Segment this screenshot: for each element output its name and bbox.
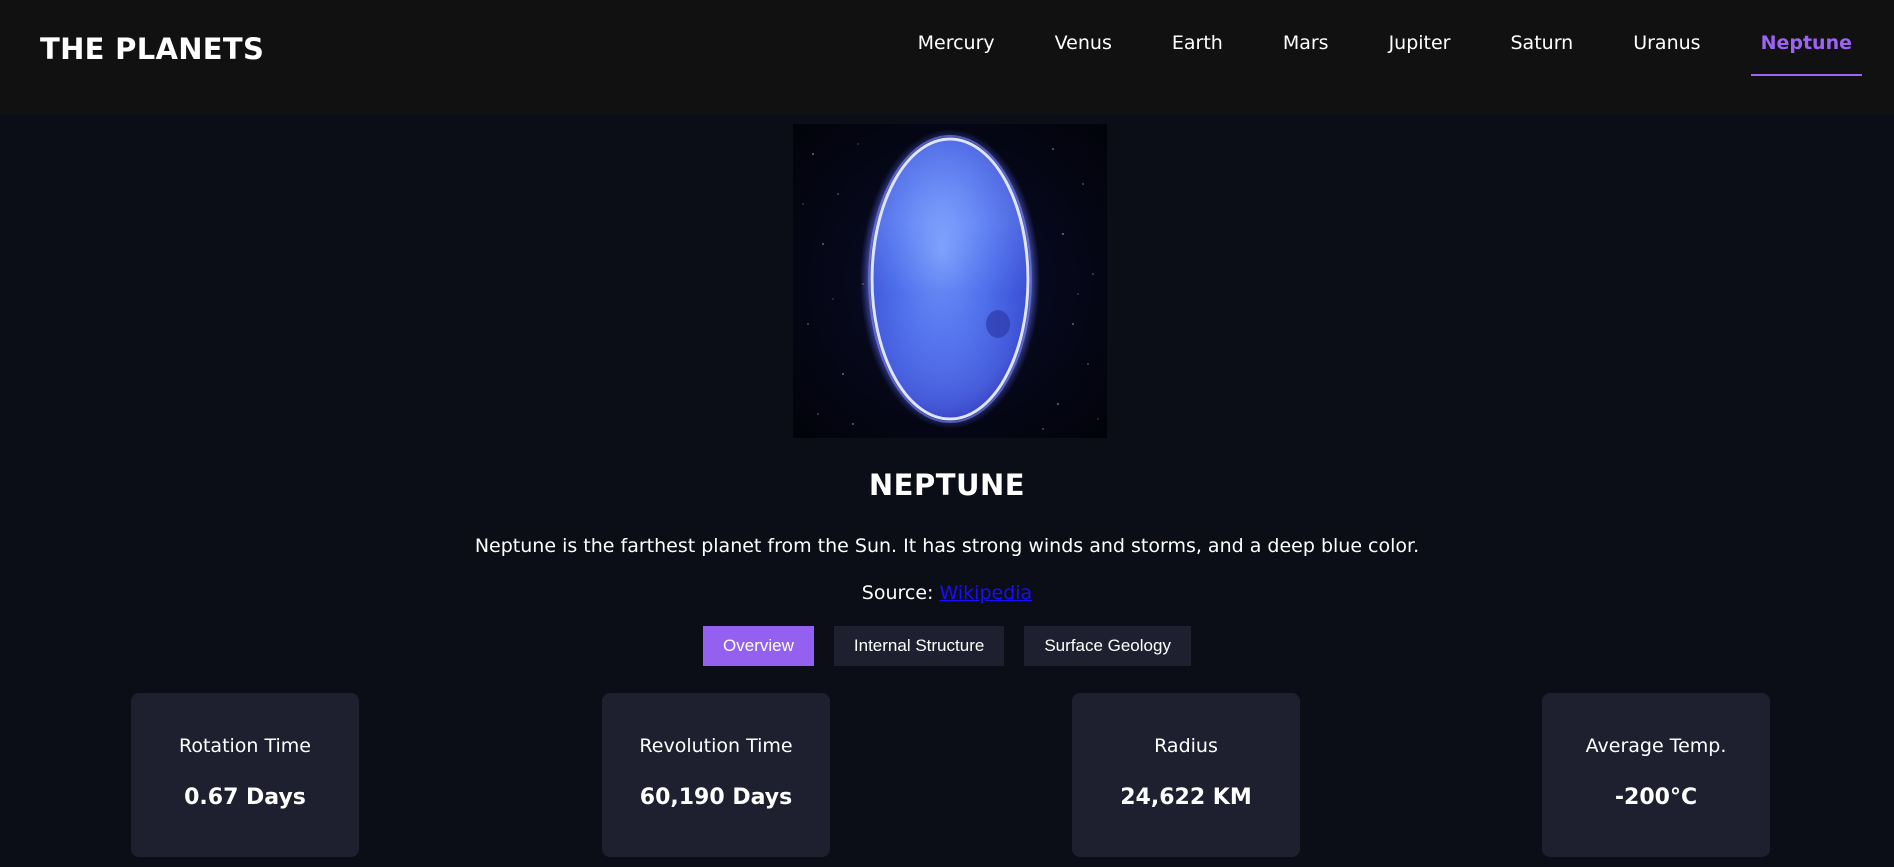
nav-item-jupiter[interactable]: Jupiter bbox=[1379, 0, 1461, 76]
stat-label: Rotation Time bbox=[179, 735, 311, 757]
view-tabs: Overview Internal Structure Surface Geol… bbox=[0, 626, 1894, 666]
nav-item-mars[interactable]: Mars bbox=[1273, 0, 1339, 76]
source-link[interactable]: Wikipedia bbox=[940, 582, 1033, 604]
nav-item-venus[interactable]: Venus bbox=[1045, 0, 1122, 76]
nav-item-saturn[interactable]: Saturn bbox=[1501, 0, 1584, 76]
stat-value: 60,190 Days bbox=[639, 785, 793, 810]
source-label: Source: bbox=[861, 582, 934, 604]
source-line: Source: Wikipedia bbox=[0, 582, 1894, 604]
stat-label: Average Temp. bbox=[1585, 735, 1727, 757]
stat-value: -200°C bbox=[1614, 785, 1698, 810]
planet-title: NEPTUNE bbox=[868, 468, 1026, 502]
stat-value: 24,622 KM bbox=[1120, 785, 1252, 810]
planet-description: Neptune is the farthest planet from the … bbox=[474, 535, 1420, 557]
nav-item-neptune[interactable]: Neptune bbox=[1750, 0, 1863, 76]
site-logo[interactable]: THE PLANETS bbox=[40, 32, 264, 66]
stat-card-rotation: Rotation Time 0.67 Days bbox=[131, 693, 359, 857]
stat-card-radius: Radius 24,622 KM bbox=[1072, 693, 1300, 857]
stat-value: 0.67 Days bbox=[184, 785, 306, 810]
tab-overview[interactable]: Overview bbox=[703, 626, 814, 666]
stats-row: Rotation Time 0.67 Days Revolution Time … bbox=[0, 693, 1894, 867]
planet-image bbox=[793, 124, 1107, 438]
stat-label: Revolution Time bbox=[639, 735, 793, 757]
nav-item-mercury[interactable]: Mercury bbox=[908, 0, 1005, 76]
header: THE PLANETS Mercury Venus Earth Mars Jup… bbox=[0, 0, 1894, 114]
tab-internal-structure[interactable]: Internal Structure bbox=[833, 626, 1005, 666]
stat-label: Radius bbox=[1154, 735, 1218, 757]
stat-card-average-temp: Average Temp. -200°C bbox=[1542, 693, 1770, 857]
stat-card-revolution: Revolution Time 60,190 Days bbox=[602, 693, 830, 857]
nav-item-earth[interactable]: Earth bbox=[1162, 0, 1233, 76]
planet-nav: Mercury Venus Earth Mars Jupiter Saturn … bbox=[908, 0, 1863, 114]
tab-surface-geology[interactable]: Surface Geology bbox=[1024, 626, 1191, 666]
nav-item-uranus[interactable]: Uranus bbox=[1623, 0, 1710, 76]
